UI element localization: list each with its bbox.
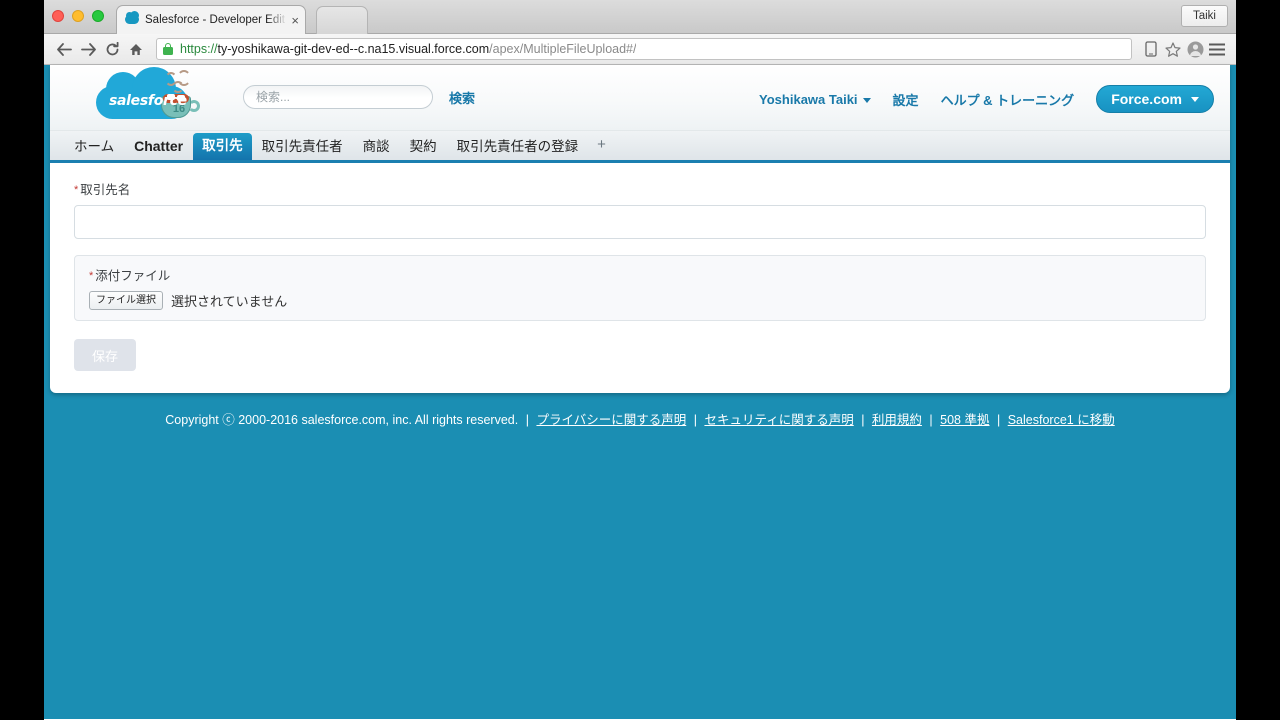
screen: Salesforce - Developer Edit × Taiki http… bbox=[0, 0, 1280, 720]
attachment-label: * 添付ファイル bbox=[89, 265, 1191, 284]
account-avatar-icon[interactable] bbox=[1184, 38, 1206, 60]
tab-home[interactable]: ホーム bbox=[64, 134, 124, 161]
global-search: 検索 bbox=[243, 85, 481, 109]
url-text: https://ty-yoshikawa-git-dev-ed--c.na15.… bbox=[180, 42, 636, 56]
new-tab-button[interactable] bbox=[316, 6, 368, 34]
page-footer: Copyright ⓒ 2000-2016 salesforce.com, in… bbox=[44, 409, 1236, 428]
form-body: * 取引先名 * 添付ファイル ファイル選択 選択されていません 保存 bbox=[50, 163, 1230, 371]
page-card: salesforce 16 検索 Y bbox=[50, 65, 1230, 393]
search-input[interactable] bbox=[243, 85, 433, 109]
salesforce-header: salesforce 16 検索 Y bbox=[50, 65, 1230, 131]
setup-link[interactable]: 設定 bbox=[893, 90, 919, 109]
app-switcher-label: Force.com bbox=[1111, 91, 1182, 107]
close-tab-icon[interactable]: × bbox=[291, 14, 299, 27]
browser-profile-button[interactable]: Taiki bbox=[1180, 5, 1228, 27]
footer-separator: | bbox=[996, 413, 1001, 427]
salesforce-cloud-favicon-icon bbox=[125, 10, 139, 26]
attachment-section: * 添付ファイル ファイル選択 選択されていません bbox=[74, 255, 1206, 321]
salesforce-page: salesforce 16 検索 Y bbox=[44, 65, 1236, 719]
tab-contacts[interactable]: 取引先責任者 bbox=[252, 134, 353, 161]
search-button[interactable]: 検索 bbox=[443, 87, 481, 108]
app-switcher-button[interactable]: Force.com bbox=[1096, 85, 1214, 113]
account-name-label: * 取引先名 bbox=[74, 179, 1206, 198]
star-icon[interactable] bbox=[1162, 38, 1184, 60]
tab-contact-registration[interactable]: 取引先責任者の登録 bbox=[447, 134, 589, 161]
help-training-link[interactable]: ヘルプ & トレーニング bbox=[941, 90, 1075, 109]
close-window-button[interactable] bbox=[52, 10, 64, 22]
attachment-label-text: 添付ファイル bbox=[95, 269, 171, 283]
tab-contracts[interactable]: 契約 bbox=[400, 134, 447, 161]
mobile-view-icon[interactable] bbox=[1140, 38, 1162, 60]
security-statement-link[interactable]: セキュリティに関する声明 bbox=[704, 413, 853, 427]
url-host: ty-yoshikawa-git-dev-ed--c.na15.visual.f… bbox=[217, 42, 490, 56]
minimize-window-button[interactable] bbox=[72, 10, 84, 22]
user-name-label: Yoshikawa Taiki bbox=[759, 91, 858, 107]
footer-separator: | bbox=[861, 413, 865, 427]
footer-separator: | bbox=[693, 413, 697, 427]
save-button[interactable]: 保存 bbox=[74, 339, 136, 371]
secure-lock-icon bbox=[163, 43, 173, 55]
terms-of-use-link[interactable]: 利用規約 bbox=[872, 413, 922, 427]
copyright-text: Copyright ⓒ 2000-2016 salesforce.com, in… bbox=[165, 413, 519, 427]
user-menu[interactable]: Yoshikawa Taiki bbox=[759, 92, 871, 107]
tab-accounts[interactable]: 取引先 bbox=[193, 132, 252, 160]
choose-file-button[interactable]: ファイル選択 bbox=[89, 291, 163, 310]
home-icon[interactable] bbox=[124, 37, 148, 61]
salesforce-logo-text: salesforce bbox=[109, 93, 187, 109]
file-status-label: 選択されていません bbox=[171, 294, 288, 309]
maximize-window-button[interactable] bbox=[92, 10, 104, 22]
footer-separator: | bbox=[525, 413, 529, 427]
browser-tab[interactable]: Salesforce - Developer Edit × bbox=[116, 5, 306, 34]
add-tab-button[interactable]: + bbox=[588, 133, 615, 160]
browser-toolbar: https://ty-yoshikawa-git-dev-ed--c.na15.… bbox=[44, 34, 1236, 65]
forward-arrow-icon[interactable] bbox=[76, 37, 100, 61]
salesforce1-link[interactable]: Salesforce1 に移動 bbox=[1008, 413, 1115, 427]
back-arrow-icon[interactable] bbox=[52, 37, 76, 61]
browser-tab-title: Salesforce - Developer Edit bbox=[145, 14, 285, 26]
salesforce-tab-bar: ホーム Chatter 取引先 取引先責任者 商談 契約 取引先責任者の登録 + bbox=[50, 131, 1230, 163]
required-asterisk: * bbox=[89, 270, 94, 282]
footer-separator: | bbox=[929, 413, 933, 427]
window-controls[interactable] bbox=[52, 10, 104, 22]
required-asterisk: * bbox=[74, 184, 79, 196]
tab-chatter[interactable]: Chatter bbox=[124, 133, 193, 160]
file-input-row: ファイル選択 選択されていません bbox=[89, 291, 1191, 310]
url-path: /apex/MultipleFileUpload#/ bbox=[489, 42, 637, 56]
url-scheme: https:// bbox=[180, 42, 218, 56]
account-name-label-text: 取引先名 bbox=[80, 183, 131, 197]
browser-tab-strip: Salesforce - Developer Edit × Taiki bbox=[44, 0, 1236, 34]
chevron-down-icon bbox=[862, 97, 871, 103]
tab-opportunities[interactable]: 商談 bbox=[353, 134, 400, 161]
header-nav: Yoshikawa Taiki 設定 ヘルプ & トレーニング Force.co… bbox=[759, 85, 1214, 113]
reload-icon[interactable] bbox=[100, 37, 124, 61]
hamburger-menu-icon[interactable] bbox=[1206, 38, 1228, 60]
privacy-statement-link[interactable]: プライバシーに関する声明 bbox=[536, 413, 686, 427]
chevron-down-icon bbox=[1191, 96, 1199, 102]
browser-window: Salesforce - Developer Edit × Taiki http… bbox=[44, 0, 1236, 720]
section-508-link[interactable]: 508 準拠 bbox=[940, 413, 989, 427]
address-bar[interactable]: https://ty-yoshikawa-git-dev-ed--c.na15.… bbox=[156, 38, 1132, 60]
account-name-input[interactable] bbox=[74, 205, 1206, 239]
